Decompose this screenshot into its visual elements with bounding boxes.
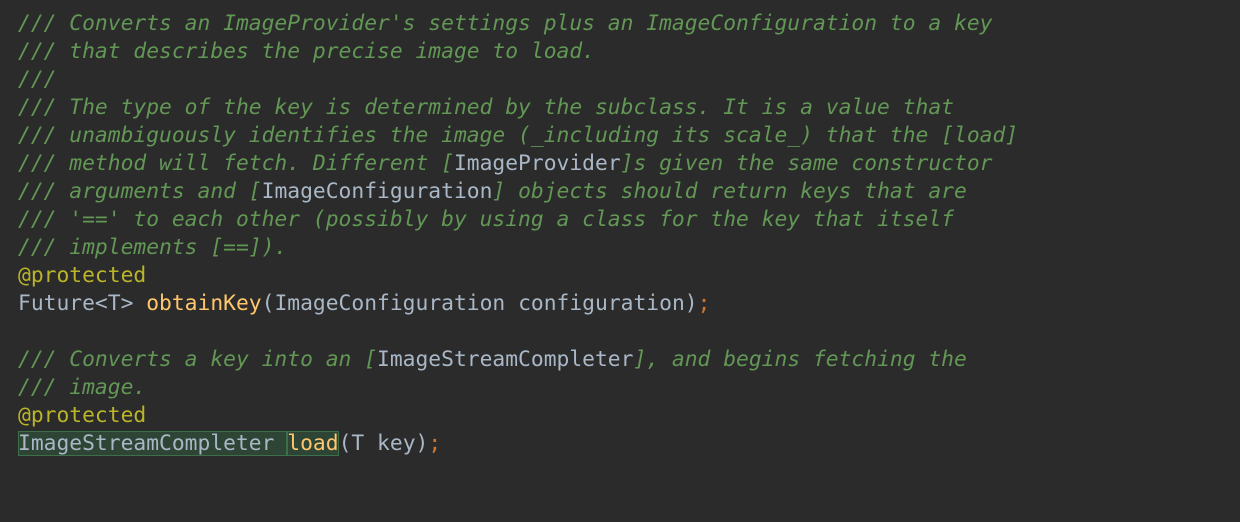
comment-text: /// Converts a key into an [ [18,347,377,372]
type-name-selected: ImageStreamCompleter [18,431,287,456]
code-line: /// [18,66,1240,94]
param-name: configuration [518,291,685,316]
code-line: ImageStreamCompleter load(T key); [18,430,1240,458]
method-name-selected: load [287,431,338,456]
code-line: @protected [18,402,1240,430]
param-name: key [377,431,415,456]
doc-reference: ImageProvider [454,151,621,176]
code-line: /// arguments and [ImageConfiguration] o… [18,178,1240,206]
comment-text: /// that describes the precise image to … [18,39,595,64]
code-line: /// Converts an ImageProvider's settings… [18,10,1240,38]
comment-text: /// Converts an ImageProvider's settings… [18,11,992,36]
type-name: Future<T> [18,291,146,316]
code-line: /// method will fetch. Different [ImageP… [18,150,1240,178]
comment-text: /// method will fetch. Different [ [18,151,454,176]
code-line: @protected [18,262,1240,290]
comment-text: ]s given the same constructor [621,151,993,176]
comment-text: /// unambiguously identifies the image (… [18,123,1018,148]
doc-reference: ImageConfiguration [262,179,493,204]
annotation-at: @ [18,263,31,288]
punctuation: ) [685,291,698,316]
doc-reference: ImageStreamCompleter [377,347,633,372]
comment-text: /// '==' to each other (possibly by usin… [18,207,954,232]
comment-text: /// [18,67,56,92]
code-line: /// image. [18,374,1240,402]
punctuation: ( [262,291,275,316]
code-line: /// unambiguously identifies the image (… [18,122,1240,150]
comment-text: /// arguments and [ [18,179,262,204]
comment-text: ], and begins fetching the [633,347,966,372]
annotation-name: protected [31,403,146,428]
type-name: T [351,431,377,456]
comment-text: /// The type of the key is determined by… [18,95,954,120]
method-name: obtainKey [146,291,261,316]
semicolon: ; [698,291,711,316]
code-line: /// that describes the precise image to … [18,38,1240,66]
type-name: ImageConfiguration [274,291,518,316]
annotation-name: protected [31,263,146,288]
semicolon: ; [428,431,441,456]
code-line: /// The type of the key is determined by… [18,94,1240,122]
code-line: Future<T> obtainKey(ImageConfiguration c… [18,290,1240,318]
punctuation: ( [339,431,352,456]
comment-text: /// image. [18,375,146,400]
punctuation: ) [416,431,429,456]
annotation-at: @ [18,403,31,428]
code-editor[interactable]: /// Converts an ImageProvider's settings… [0,0,1240,458]
comment-text: ] objects should return keys that are [492,179,966,204]
comment-text: /// implements [==]). [18,235,287,260]
code-line: /// '==' to each other (possibly by usin… [18,206,1240,234]
code-line: /// Converts a key into an [ImageStreamC… [18,346,1240,374]
code-line: /// implements [==]). [18,234,1240,262]
code-line [18,318,1240,346]
